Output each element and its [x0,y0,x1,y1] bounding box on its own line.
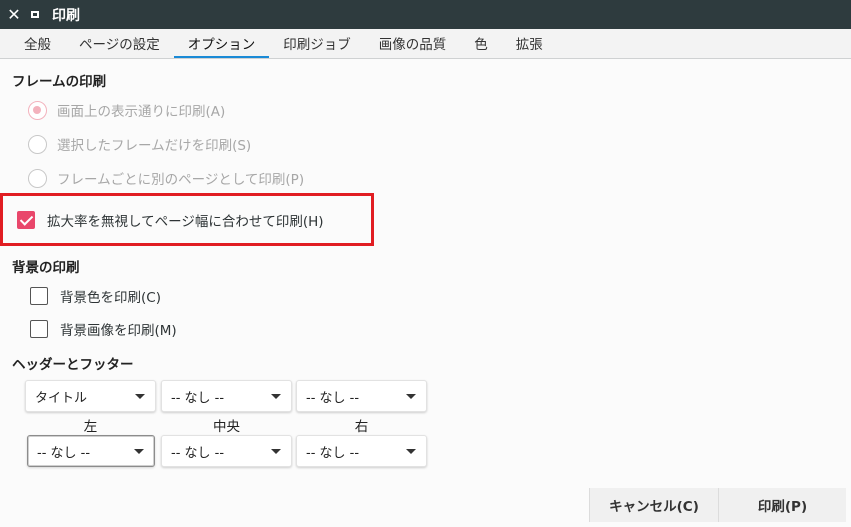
checkbox-label: 背景色を印刷(C) [60,290,161,306]
tab-advanced[interactable]: 拡張 [502,29,557,58]
column-label-right: 右 [354,419,369,435]
radio-label: 画面上の表示通りに印刷(A) [57,104,226,120]
column-label-center: 中央 [213,419,240,435]
tab-general[interactable]: 全般 [10,29,65,58]
select-value: -- なし -- [37,445,91,461]
checkbox-label: 拡大率を無視してページ幅に合わせて印刷(H) [47,214,324,230]
close-icon[interactable]: ✕ [0,0,28,29]
print-button[interactable]: 印刷(P) [718,488,846,522]
tab-color[interactable]: 色 [460,29,502,58]
footer-right-select[interactable]: -- なし -- [296,435,427,467]
column-label-left: 左 [83,419,98,435]
radio-each-frame[interactable]: フレームごとに別のページとして印刷(P) [28,168,304,188]
radio-indicator [28,134,47,154]
frames-section-title: フレームの印刷 [12,74,107,90]
header-right-select[interactable]: -- なし -- [296,380,427,412]
header-footer-section-title: ヘッダーとフッター [12,357,134,373]
radio-label: フレームごとに別のページとして印刷(P) [57,172,305,188]
radio-label: 選択したフレームだけを印刷(S) [57,138,252,154]
radio-indicator [28,100,47,120]
radio-indicator [28,168,47,188]
print-bg-images-checkbox[interactable]: 背景画像を印刷(M) [30,319,177,339]
checkbox-indicator [30,287,48,305]
select-value: -- なし -- [171,390,225,406]
checkbox-indicator [17,211,35,229]
tab-image-quality[interactable]: 画像の品質 [365,29,461,58]
shrink-to-fit-checkbox[interactable]: 拡大率を無視してページ幅に合わせて印刷(H) [17,210,324,230]
header-left-select[interactable]: タイトル [25,380,156,412]
select-value: -- なし -- [306,445,360,461]
select-value: -- なし -- [171,445,225,461]
background-section-title: 背景の印刷 [12,260,80,276]
tab-page-setup[interactable]: ページの設定 [65,29,174,58]
tab-print-job[interactable]: 印刷ジョブ [269,29,365,58]
radio-as-laid-out[interactable]: 画面上の表示通りに印刷(A) [28,100,225,120]
dropdown-arrow-icon [134,449,144,454]
cancel-button[interactable]: キャンセル(C) [589,488,718,522]
dropdown-arrow-icon [406,394,416,399]
footer-left-select[interactable]: -- なし -- [27,435,155,467]
tab-bar: 全般 ページの設定 オプション 印刷ジョブ 画像の品質 色 拡張 [0,29,851,59]
select-value: タイトル [35,390,88,406]
header-center-select[interactable]: -- なし -- [161,380,292,412]
print-bg-colors-checkbox[interactable]: 背景色を印刷(C) [30,286,161,306]
dropdown-arrow-icon [271,394,281,399]
footer-center-select[interactable]: -- なし -- [161,435,292,467]
checkbox-indicator [30,320,48,338]
radio-selected-frame[interactable]: 選択したフレームだけを印刷(S) [28,134,251,154]
tab-options[interactable]: オプション [173,29,270,58]
dropdown-arrow-icon [271,449,281,454]
dropdown-arrow-icon [406,449,416,454]
checkbox-label: 背景画像を印刷(M) [60,323,177,339]
dropdown-arrow-icon [135,394,145,399]
title-bar: ✕ 印刷 [0,0,851,29]
select-value: -- なし -- [306,390,360,406]
window-title: 印刷 [52,7,80,24]
restore-icon[interactable] [28,0,42,29]
